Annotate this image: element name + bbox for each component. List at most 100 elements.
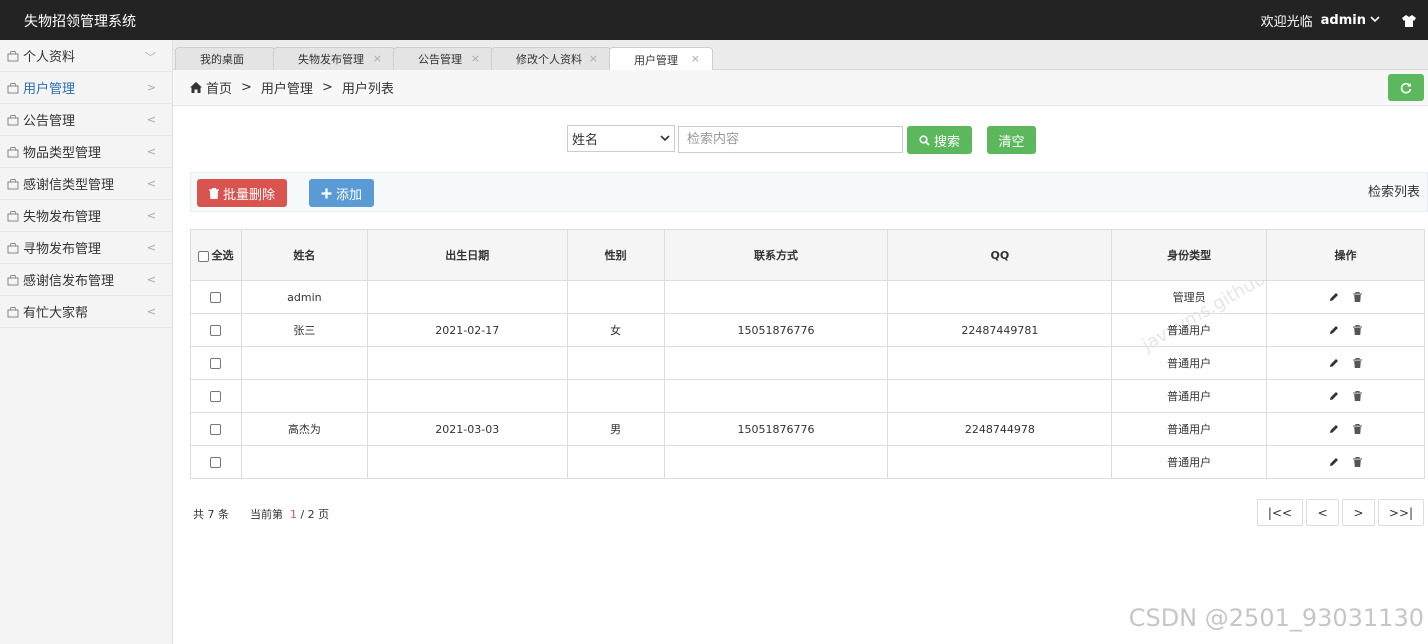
sidebar-item-label: 感谢信类型管理 — [23, 178, 115, 193]
sidebar-item-label: 公告管理 — [23, 114, 76, 129]
row-actions — [1266, 280, 1425, 314]
breadcrumb-level1[interactable]: 用户管理 — [261, 78, 313, 97]
cell-birth: 2021-03-03 — [366, 412, 568, 446]
row-checkbox[interactable] — [210, 358, 222, 369]
search-field-select[interactable]: 姓名 — [567, 125, 675, 152]
chevron-down-icon[interactable] — [1370, 15, 1380, 26]
add-button[interactable]: 添加 — [309, 179, 374, 207]
cell-type: 管理员 — [1111, 280, 1268, 314]
folder-icon — [7, 114, 19, 125]
sidebar-item-profile[interactable]: 个人资料 ﹀ — [0, 40, 172, 72]
row-select-cell — [190, 412, 242, 446]
tab-desktop[interactable]: 我的桌面 — [175, 47, 275, 70]
user-table: 全选 姓名 出生日期 性别 联系方式 QQ 身份类型 操作 admin 管理员 张三… — [190, 229, 1425, 479]
folder-icon — [7, 242, 19, 253]
trash-icon[interactable] — [1353, 391, 1363, 401]
total-prefix: 共 — [193, 508, 204, 521]
edit-icon[interactable] — [1329, 457, 1339, 467]
edit-icon[interactable] — [1329, 358, 1339, 368]
tab-label: 我的桌面 — [200, 53, 244, 66]
search-input[interactable] — [678, 126, 903, 153]
row-checkbox[interactable] — [210, 424, 222, 435]
row-checkbox[interactable] — [210, 325, 222, 336]
cell-birth — [366, 346, 568, 380]
trash-icon[interactable] — [1353, 424, 1363, 434]
cell-qq: 22487449781 — [887, 313, 1113, 347]
sidebar-item-lost-posts[interactable]: 失物发布管理 < — [0, 200, 172, 232]
cell-name — [240, 346, 368, 380]
tab-label: 失物发布管理 — [298, 53, 364, 66]
sidebar-item-label: 寻物发布管理 — [23, 242, 102, 257]
sidebar-item-thanks-posts[interactable]: 感谢信发布管理 < — [0, 264, 172, 296]
sidebar-item-help[interactable]: 有忙大家帮 < — [0, 296, 172, 328]
cell-phone — [663, 280, 889, 314]
row-select-cell — [190, 379, 242, 413]
table-row: 普通用户 — [190, 379, 1425, 413]
clear-button-label: 清空 — [998, 134, 1025, 150]
edit-icon[interactable] — [1329, 391, 1339, 401]
first-page-button[interactable]: |<< — [1257, 499, 1303, 526]
select-all-label: 全选 — [211, 249, 234, 262]
cell-qq: 2248744978 — [887, 412, 1113, 446]
username[interactable]: admin — [1321, 13, 1366, 28]
add-button-label: 添加 — [335, 187, 362, 203]
row-actions — [1266, 445, 1425, 479]
sidebar-item-item-types[interactable]: 物品类型管理 < — [0, 136, 172, 168]
cell-gender: 女 — [566, 313, 665, 347]
column-header: 联系方式 — [663, 229, 889, 281]
tab-users[interactable]: 用户管理 × — [609, 47, 713, 71]
trash-icon[interactable] — [1353, 325, 1363, 335]
row-checkbox[interactable] — [210, 391, 222, 402]
edit-icon[interactable] — [1329, 325, 1339, 335]
sidebar-item-users[interactable]: 用户管理 > — [0, 72, 172, 104]
folder-icon — [7, 82, 19, 93]
cell-type: 普通用户 — [1111, 445, 1268, 479]
tab-lost-posts[interactable]: 失物发布管理 × — [273, 47, 395, 70]
shirt-icon[interactable] — [1402, 14, 1416, 27]
user-menu[interactable]: 欢迎光临 admin — [1261, 11, 1416, 30]
sidebar-item-label: 感谢信发布管理 — [23, 274, 115, 289]
refresh-button[interactable] — [1388, 74, 1424, 101]
arrow-icon: < — [146, 177, 156, 190]
search-button[interactable]: 搜索 — [907, 126, 972, 154]
tab-notices[interactable]: 公告管理 × — [393, 47, 493, 70]
row-actions — [1266, 313, 1425, 347]
close-icon[interactable]: × — [589, 52, 598, 65]
tab-edit-profile[interactable]: 修改个人资料 × — [491, 47, 611, 70]
last-page-button[interactable]: >>| — [1378, 499, 1424, 526]
sidebar-item-label: 有忙大家帮 — [23, 306, 89, 321]
sidebar-item-found-posts[interactable]: 寻物发布管理 < — [0, 232, 172, 264]
breadcrumb-separator: > — [241, 80, 252, 95]
batch-delete-button[interactable]: 批量删除 — [197, 179, 287, 207]
select-all-checkbox[interactable] — [198, 250, 210, 262]
sidebar-item-thanks-types[interactable]: 感谢信类型管理 < — [0, 168, 172, 200]
trash-icon[interactable] — [1353, 358, 1363, 368]
folder-icon — [7, 146, 19, 157]
edit-icon[interactable] — [1329, 292, 1339, 302]
next-page-button[interactable]: > — [1342, 499, 1375, 526]
tab-label: 公告管理 — [418, 53, 462, 66]
arrow-icon: ﹀ — [145, 51, 156, 64]
close-icon[interactable]: × — [373, 52, 382, 65]
trash-icon[interactable] — [1353, 457, 1363, 467]
cell-gender — [566, 280, 665, 314]
sidebar-item-notices[interactable]: 公告管理 < — [0, 104, 172, 136]
prev-page-button[interactable]: < — [1306, 499, 1339, 526]
cell-gender — [566, 445, 665, 479]
close-icon[interactable]: × — [691, 52, 700, 65]
cell-gender: 男 — [566, 412, 665, 446]
clear-button[interactable]: 清空 — [987, 126, 1036, 154]
breadcrumb-home[interactable]: 首页 — [206, 78, 232, 97]
row-checkbox[interactable] — [210, 292, 222, 303]
search-icon — [919, 134, 930, 146]
cell-birth — [366, 379, 568, 413]
trash-icon[interactable] — [1353, 292, 1363, 302]
close-icon[interactable]: × — [471, 52, 480, 65]
tab-label: 用户管理 — [634, 53, 678, 67]
table-row: admin 管理员 — [190, 280, 1425, 314]
row-checkbox[interactable] — [210, 457, 222, 468]
cell-type: 普通用户 — [1111, 313, 1268, 347]
select-all-header[interactable]: 全选 — [190, 229, 242, 281]
cell-phone — [663, 445, 889, 479]
edit-icon[interactable] — [1329, 424, 1339, 434]
